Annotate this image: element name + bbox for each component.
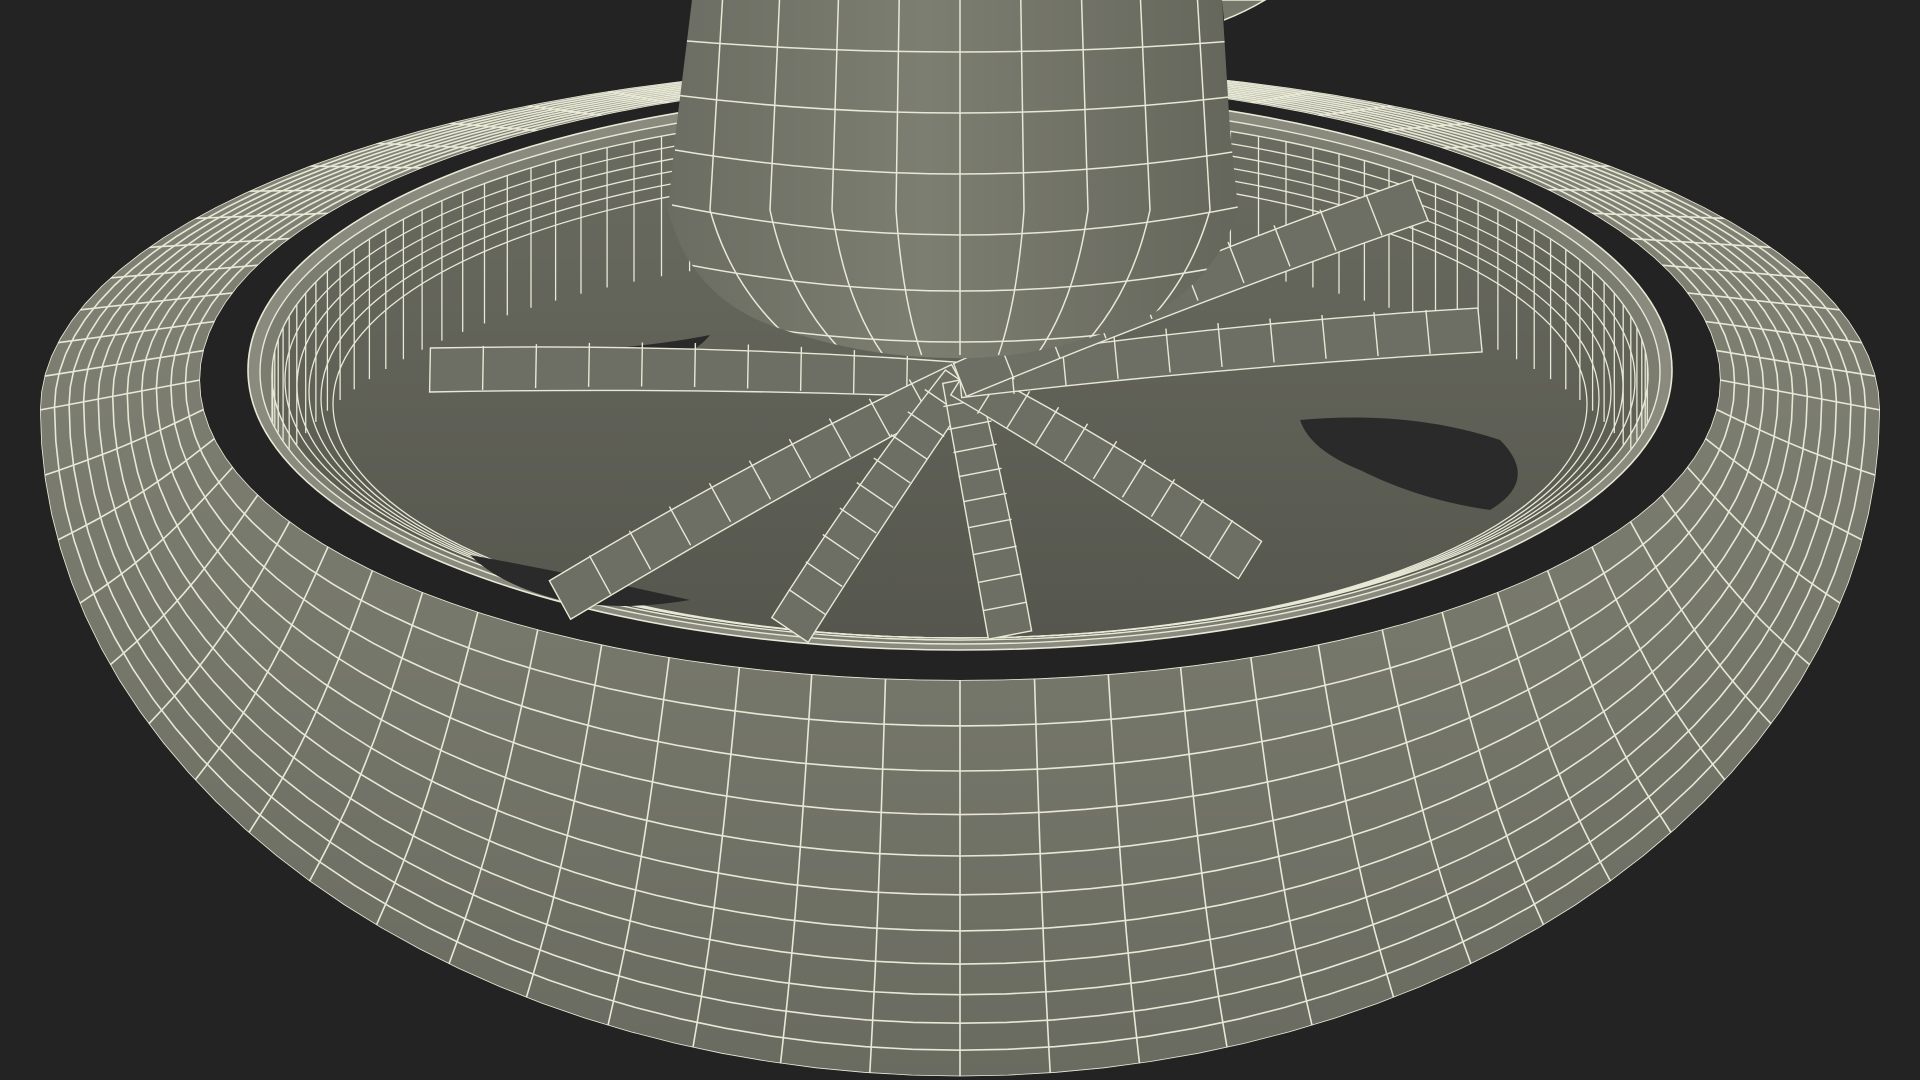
spoke-wire: [481, 345, 485, 390]
spoke-wire: [640, 342, 644, 387]
3d-viewport[interactable]: [0, 0, 1920, 1080]
spoke-wire: [534, 344, 538, 389]
spoke-wire: [799, 346, 803, 391]
spoke-wire: [587, 342, 591, 387]
wheel-render: [40, 0, 1880, 1077]
spoke-wire: [693, 342, 697, 388]
spoke-wire: [852, 350, 856, 395]
spoke-wire: [746, 344, 750, 389]
